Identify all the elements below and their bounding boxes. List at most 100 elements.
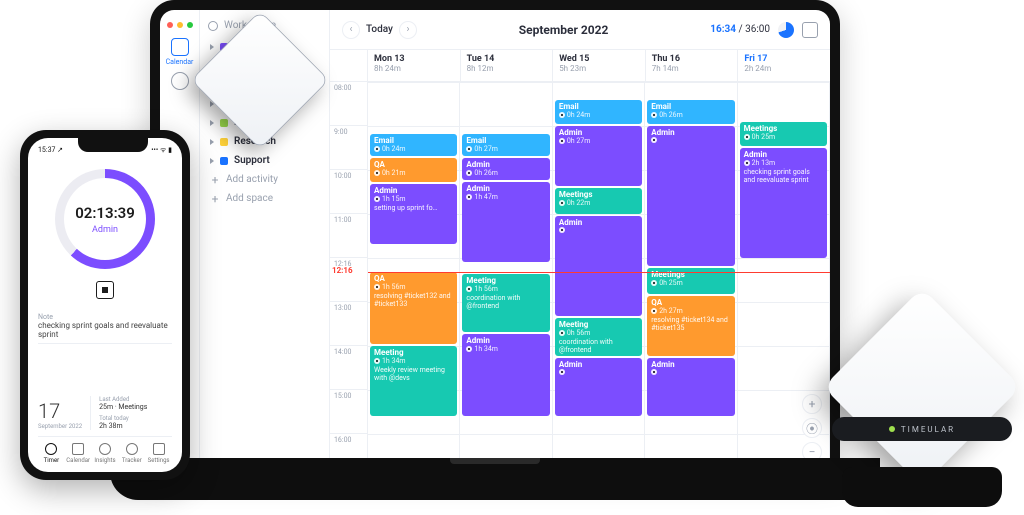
event-duration: 2h 27m xyxy=(651,307,730,315)
footer-day: 17 xyxy=(38,399,82,423)
event-duration: 0h 26m xyxy=(651,111,730,119)
event-duration xyxy=(559,369,638,375)
status-time: 15:37 ↗ xyxy=(38,146,63,155)
laptop-frame: Calendar Work space Admin Email xyxy=(150,0,840,470)
tab-tracker[interactable]: Tracker xyxy=(118,443,145,464)
stop-icon xyxy=(374,146,380,152)
event-block[interactable]: Meetings 0h 22m xyxy=(555,188,642,214)
event-block[interactable]: Email 0h 27m xyxy=(462,134,549,156)
close-dot[interactable] xyxy=(167,22,173,28)
day-header[interactable]: Mon 13 8h 24m xyxy=(368,50,461,81)
event-note: setting up sprint fo… xyxy=(374,205,453,213)
event-block[interactable]: Meeting 1h 56m coordination with @fronte… xyxy=(462,274,549,332)
status-icons: ••• ᯤ ▮ xyxy=(151,146,172,155)
col-thu[interactable]: Email 0h 26m Admin Meetings 0h 25m QA 2h… xyxy=(645,82,737,470)
event-title: Admin xyxy=(651,129,730,137)
event-title: Meetings xyxy=(559,191,638,199)
activity-support[interactable]: Support xyxy=(208,151,321,170)
tab-settings[interactable]: Settings xyxy=(145,443,172,464)
laptop-base xyxy=(110,458,880,500)
day-header[interactable]: Thu 16 7h 14m xyxy=(646,50,739,81)
day-header[interactable]: Wed 15 5h 23m xyxy=(553,50,646,81)
event-block[interactable]: Admin 0h 26m xyxy=(462,158,549,180)
event-block[interactable]: QA 2h 27m resolving #ticket134 and #tick… xyxy=(647,296,734,356)
event-block[interactable]: Admin 1h 34m xyxy=(462,334,549,416)
event-block[interactable]: Admin 1h 47m xyxy=(462,182,549,262)
event-block[interactable]: Admin xyxy=(555,216,642,316)
event-block[interactable]: QA 1h 56m resolving #ticket132 and #tick… xyxy=(370,272,457,344)
event-block[interactable]: QA 0h 21m xyxy=(370,158,457,182)
prev-button[interactable]: ‹ xyxy=(342,21,360,39)
zoom-in-button[interactable]: + xyxy=(802,394,822,414)
max-dot[interactable] xyxy=(187,22,193,28)
tab-timer[interactable]: Timer xyxy=(38,443,65,464)
columns: 12:16 Email 0h 24m QA 0h 21m Admin 1h 15… xyxy=(368,82,830,470)
stop-icon xyxy=(374,196,380,202)
calendar-grid[interactable]: 08:009:0010:0011:0012:1613:0014:0015:001… xyxy=(330,82,830,470)
event-title: QA xyxy=(651,299,730,307)
event-block[interactable]: Meeting 1h 34m Weekly review meeting wit… xyxy=(370,346,457,416)
total-time: 36:00 xyxy=(745,24,770,35)
stop-icon xyxy=(466,146,472,152)
min-dot[interactable] xyxy=(177,22,183,28)
day-label: Fri 17 xyxy=(744,54,824,64)
timer-activity: Admin xyxy=(92,225,118,235)
col-mon[interactable]: Email 0h 24m QA 0h 21m Admin 1h 15m sett… xyxy=(368,82,460,470)
add-activity[interactable]: + Add activity xyxy=(208,170,321,189)
rail-calendar[interactable]: Calendar xyxy=(160,38,199,66)
tab-insights[interactable]: Insights xyxy=(92,443,119,464)
rail-reports[interactable] xyxy=(160,72,199,92)
col-tue[interactable]: Email 0h 27m Admin 0h 26m Admin 1h 47m M… xyxy=(460,82,552,470)
day-header[interactable]: Fri 17 2h 24m xyxy=(738,50,830,81)
event-block[interactable]: Admin xyxy=(555,358,642,416)
rail-calendar-label: Calendar xyxy=(166,58,194,66)
plus-icon: + xyxy=(210,194,220,204)
tracker-body xyxy=(823,288,1021,486)
event-note: coordination with @frontend xyxy=(466,295,545,310)
total-today-label: Total today xyxy=(99,415,147,422)
tracker-device: TIMEULAR xyxy=(822,317,1022,507)
next-button[interactable]: › xyxy=(399,21,417,39)
day-header[interactable]: Tue 14 8h 12m xyxy=(461,50,554,81)
stop-button[interactable] xyxy=(96,281,114,299)
time-counter: 16:34 / 36:00 xyxy=(710,22,818,38)
pie-icon xyxy=(171,72,189,90)
event-block[interactable]: Email 0h 24m xyxy=(555,100,642,124)
tracker-icon xyxy=(126,443,138,455)
event-title: QA xyxy=(374,275,453,283)
day-label: Thu 16 xyxy=(652,54,732,64)
zoom-fit-button[interactable]: ⦿ xyxy=(802,418,822,438)
event-block[interactable]: Admin 2h 13m checking sprint goals and r… xyxy=(740,148,827,258)
day-total: 2h 24m xyxy=(744,64,824,73)
stop-icon xyxy=(559,227,565,233)
day-label: Mon 13 xyxy=(374,54,454,64)
today-button[interactable]: Today xyxy=(366,24,393,35)
calendar-icon xyxy=(72,443,84,455)
event-block[interactable]: Meetings 0h 25m xyxy=(740,122,827,146)
event-note: resolving #ticket132 and #ticket133 xyxy=(374,293,453,308)
event-block[interactable]: Meeting 0h 56m coordination with @fronte… xyxy=(555,318,642,356)
tab-calendar[interactable]: Calendar xyxy=(65,443,92,464)
event-block[interactable]: Admin xyxy=(647,358,734,416)
event-duration: 0h 27m xyxy=(466,145,545,153)
event-title: Email xyxy=(559,103,638,111)
today-icon[interactable] xyxy=(802,22,818,38)
event-duration: 1h 34m xyxy=(374,357,453,365)
event-block[interactable]: Admin xyxy=(647,126,734,266)
col-wed[interactable]: Email 0h 24m Admin 0h 27m Meetings 0h 22… xyxy=(553,82,645,470)
event-duration: 1h 15m xyxy=(374,195,453,203)
now-label: 12:16 xyxy=(332,266,353,275)
event-block[interactable]: Admin 1h 15m setting up sprint fo… xyxy=(370,184,457,244)
stop-icon xyxy=(466,170,472,176)
add-space[interactable]: + Add space xyxy=(208,189,321,208)
event-block[interactable]: Email 0h 24m xyxy=(370,134,457,156)
event-block[interactable]: Email 0h 26m xyxy=(647,100,734,124)
timer-icon xyxy=(45,443,57,455)
stop-icon xyxy=(559,138,565,144)
note-text[interactable]: checking sprint goals and reevaluate spr… xyxy=(38,321,172,344)
event-title: Admin xyxy=(559,219,638,227)
settings-icon xyxy=(153,443,165,455)
event-block[interactable]: Admin 0h 27m xyxy=(555,126,642,186)
phone-tabbar: TimerCalendarInsightsTrackerSettings xyxy=(38,436,172,464)
event-title: Email xyxy=(466,137,545,145)
